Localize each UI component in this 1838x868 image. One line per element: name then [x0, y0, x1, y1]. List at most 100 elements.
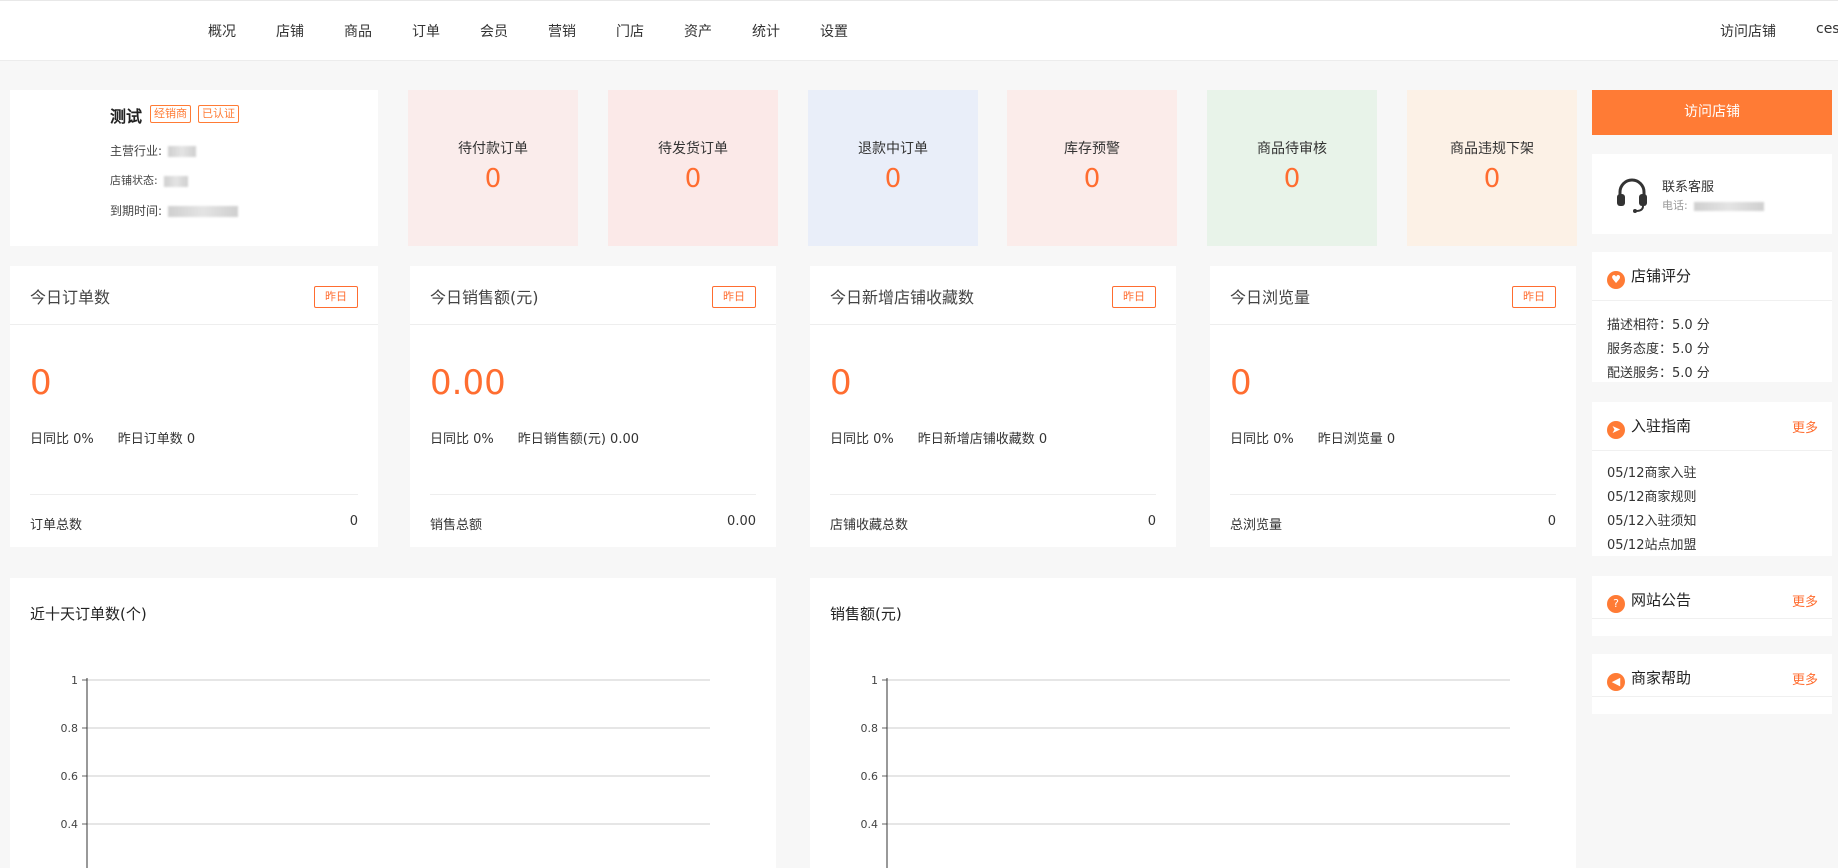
stat-card-sales: 今日销售额(元) 昨日 0.00 日同比 0% 昨日销售额(元) 0.00 销售总…: [410, 266, 776, 547]
ratio-text: 日同比 0%: [1230, 432, 1294, 447]
nav-marketing[interactable]: 营销: [548, 21, 576, 41]
yesterday-text: 昨日浏览量 0: [1317, 432, 1396, 447]
pending-label: 待发货订单: [658, 141, 728, 157]
help-more-link[interactable]: 更多: [1792, 669, 1818, 688]
notice-more-link[interactable]: 更多: [1792, 591, 1818, 610]
nav-assets[interactable]: 资产: [684, 21, 712, 41]
nav-visit-store-link[interactable]: 访问店铺: [1720, 21, 1776, 41]
yesterday-button[interactable]: 昨日: [314, 286, 358, 308]
pending-value: 0: [884, 164, 902, 194]
phone-label: 电话:: [1662, 199, 1688, 212]
pending-value: 0: [684, 164, 702, 194]
industry-label: 主营行业:: [110, 144, 163, 158]
divider: [830, 494, 1156, 495]
expire-row: 到期时间:: [110, 202, 239, 219]
stat-value: 0.00: [430, 363, 506, 403]
total-label: 订单总数: [30, 518, 83, 533]
total-label: 店铺收藏总数: [830, 518, 909, 533]
megaphone-icon: ◀: [1607, 673, 1625, 691]
divider: [10, 324, 378, 325]
total-label: 销售总额: [430, 518, 483, 533]
stat-compare: 日同比 0% 昨日销售额(元) 0.00: [430, 428, 663, 447]
rating-header: ♥ 店铺评分: [1607, 265, 1691, 289]
nav-overview[interactable]: 概况: [208, 21, 236, 41]
notice-header: ? 网站公告: [1607, 589, 1691, 613]
guide-item[interactable]: 05/12站点加盟: [1607, 534, 1696, 553]
y-tick-label: 0.6: [861, 770, 879, 783]
y-tick-label: 0.6: [61, 770, 79, 783]
shop-info-card: 测试 经销商 已认证 主营行业: 店铺状态: 到期时间:: [10, 90, 378, 246]
yesterday-text: 昨日销售额(元) 0.00: [517, 432, 639, 447]
visit-store-button[interactable]: 访问店铺: [1592, 90, 1832, 135]
industry-row: 主营行业:: [110, 142, 197, 159]
expire-label: 到期时间:: [110, 204, 163, 218]
shop-name: 测试: [110, 107, 143, 126]
ratio-text: 日同比 0%: [30, 432, 94, 447]
y-tick-label: 1: [71, 674, 78, 687]
nav-products[interactable]: 商品: [344, 21, 372, 41]
stat-card-orders: 今日订单数 昨日 0 日同比 0% 昨日订单数 0 订单总数 0: [10, 266, 378, 547]
stat-compare: 日同比 0% 昨日浏览量 0: [1230, 428, 1419, 447]
divider: [1592, 696, 1832, 697]
headset-icon: [1617, 178, 1647, 213]
guide-item[interactable]: 05/12入驻须知: [1607, 510, 1696, 529]
total-value: 0: [349, 514, 358, 529]
stat-value: 0: [1230, 363, 1252, 403]
guide-more-link[interactable]: 更多: [1792, 417, 1818, 436]
contact-phone-row: 电话:: [1662, 197, 1764, 213]
contact-service-card[interactable]: 联系客服 电话:: [1592, 154, 1832, 234]
status-label: 店铺状态:: [110, 174, 158, 187]
total-value: 0: [1147, 514, 1156, 529]
stat-value: 0: [30, 363, 52, 403]
store-rating-card: ♥ 店铺评分 描述相符：5.0 分 服务态度：5.0 分 配送服务：5.0 分: [1592, 252, 1832, 382]
nav-store[interactable]: 店铺: [276, 21, 304, 41]
site-notice-card: ? 网站公告 更多: [1592, 576, 1832, 636]
nav-orders[interactable]: 订单: [412, 21, 440, 41]
nav-statistics[interactable]: 统计: [752, 21, 780, 41]
top-navigation-bar: 概况 店铺 商品 订单 会员 营销 门店 资产 统计 设置 访问店铺 ces: [0, 0, 1838, 61]
y-tick-label: 0.4: [861, 818, 879, 831]
stat-title: 今日浏览量: [1230, 288, 1311, 307]
heart-shield-icon: ♥: [1607, 271, 1625, 289]
nav-user-menu[interactable]: ces: [1816, 21, 1838, 37]
status-row: 店铺状态:: [110, 172, 188, 188]
pending-tile-stock-alert[interactable]: 库存预警 0: [1007, 90, 1177, 246]
nav-settings[interactable]: 设置: [820, 21, 848, 41]
guide-header: ➤ 入驻指南: [1607, 415, 1691, 439]
guide-title: 入驻指南: [1631, 417, 1692, 435]
yesterday-button[interactable]: 昨日: [1512, 286, 1556, 308]
divider: [1210, 324, 1576, 325]
nav-members[interactable]: 会员: [480, 21, 508, 41]
sales-line-chart: 1 0.8 0.6 0.4: [861, 674, 1510, 868]
industry-value-redacted: [168, 146, 197, 157]
orders-line-chart: 1 0.8 0.6 0.4: [61, 674, 710, 868]
y-tick-label: 0.8: [61, 722, 79, 735]
question-icon: ?: [1607, 595, 1625, 613]
chart-card-sales: 销售额(元) 1 0.8 0.6 0.4: [810, 578, 1576, 868]
yesterday-text: 昨日订单数 0: [117, 432, 196, 447]
y-tick-label: 0.8: [861, 722, 879, 735]
pending-tile-refunding[interactable]: 退款中订单 0: [808, 90, 978, 246]
nav-branches[interactable]: 门店: [616, 21, 644, 41]
pending-value: 0: [1483, 164, 1501, 194]
divider: [430, 494, 756, 495]
divider: [810, 324, 1176, 325]
pending-value: 0: [1283, 164, 1301, 194]
yesterday-button[interactable]: 昨日: [1112, 286, 1156, 308]
help-header: ◀ 商家帮助: [1607, 667, 1691, 691]
yesterday-text: 昨日新增店铺收藏数 0: [917, 432, 1048, 447]
pending-tile-unshipped[interactable]: 待发货订单 0: [608, 90, 778, 246]
settlement-guide-card: ➤ 入驻指南 更多 05/12商家入驻 05/12商家规则 05/12入驻须知 0…: [1592, 402, 1832, 556]
stat-title: 今日订单数: [30, 288, 111, 307]
pending-tile-review[interactable]: 商品待审核 0: [1207, 90, 1377, 246]
phone-value-redacted: [1693, 201, 1764, 211]
pending-tile-unpaid[interactable]: 待付款订单 0: [408, 90, 578, 246]
rating-description: 描述相符：5.0 分: [1607, 318, 1710, 333]
pending-tile-violation[interactable]: 商品违规下架 0: [1407, 90, 1577, 246]
guide-item[interactable]: 05/12商家入驻: [1607, 462, 1696, 481]
guide-item[interactable]: 05/12商家规则: [1607, 486, 1696, 505]
expire-value-redacted: [168, 206, 239, 217]
chart-card-orders: 近十天订单数(个) 1 0.8 0.6 0.4: [10, 578, 776, 868]
yesterday-button[interactable]: 昨日: [712, 286, 756, 308]
contact-title: 联系客服: [1662, 180, 1715, 195]
